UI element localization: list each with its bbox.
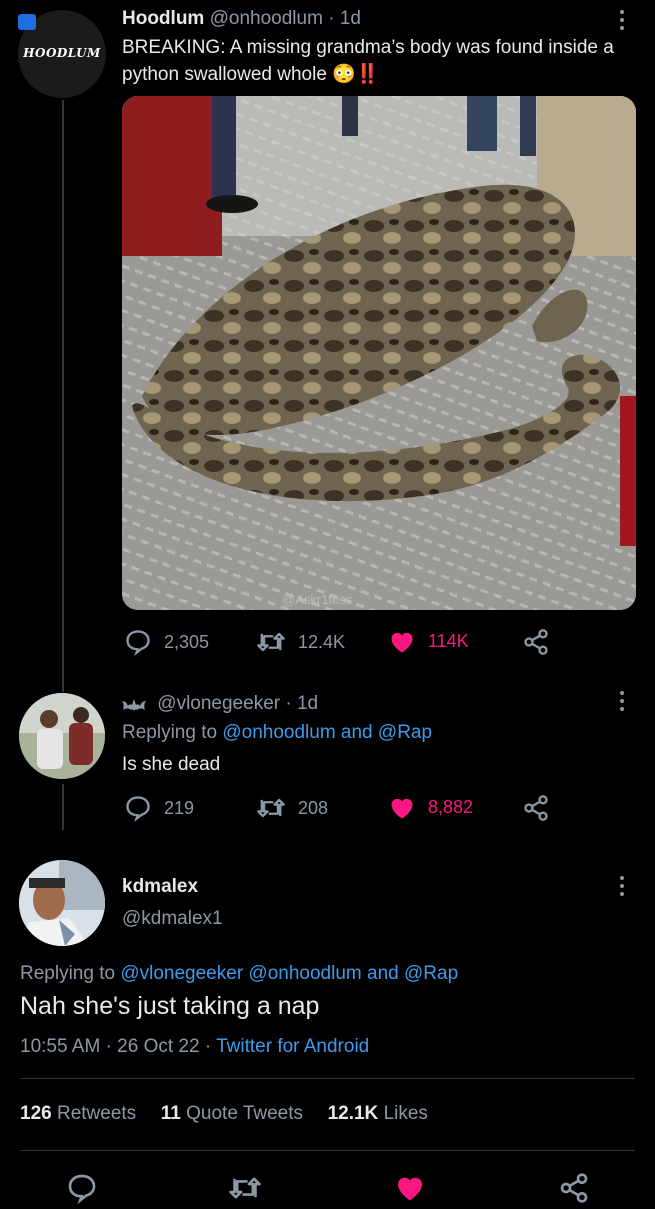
avatar-badge: [18, 14, 36, 30]
retweet-count: 208: [298, 797, 329, 818]
image-watermark: @Askr1fess: [282, 592, 353, 607]
avatar[interactable]: [19, 860, 105, 946]
avatar-photo: [19, 693, 105, 779]
avatar-logo-text: HOODLUM: [23, 46, 101, 60]
like-icon: [391, 798, 413, 819]
more-icon[interactable]: [620, 876, 624, 900]
author-name[interactable]: Hoodlum: [122, 8, 204, 29]
reply-icon: [68, 1174, 96, 1205]
share-icon: [524, 629, 548, 655]
author-handle[interactable]: @vlonegeeker: [157, 693, 280, 714]
tweet-image[interactable]: @Askr1fess: [122, 96, 636, 610]
reply-button[interactable]: [66, 1172, 98, 1209]
tweet-time[interactable]: 10:55 AM: [20, 1036, 100, 1057]
tweet-source[interactable]: Twitter for Android: [216, 1036, 369, 1057]
share-icon: [560, 1173, 588, 1203]
replying-to-links[interactable]: @vlonegeeker @onhoodlum and @Rap: [120, 963, 458, 984]
likes-stat[interactable]: 12.1K Likes: [328, 1103, 428, 1124]
more-icon[interactable]: [620, 691, 624, 715]
tweet-header: Hoodlum @onhoodlum · 1d: [122, 8, 361, 29]
like-count: 114K: [428, 630, 469, 651]
replying-to: Replying to @vlonegeeker @onhoodlum and …: [20, 963, 459, 984]
reply-icon: [126, 796, 150, 822]
like-button[interactable]: 8,882: [388, 794, 473, 820]
author-name[interactable]: kdmalex: [122, 876, 198, 898]
share-button[interactable]: [522, 794, 550, 822]
stats-row: 126 Retweets 11 Quote Tweets 12.1K Likes: [20, 1103, 428, 1125]
reply-count: 2,305: [164, 631, 210, 652]
author-handle[interactable]: @onhoodlum: [210, 8, 323, 29]
replying-to-links[interactable]: @onhoodlum and @Rap: [222, 722, 432, 743]
like-button[interactable]: 114K: [388, 628, 469, 654]
tweet-time[interactable]: 1d: [297, 693, 318, 714]
retweet-count: 12.4K: [298, 631, 346, 652]
reply-icon: [126, 630, 150, 656]
like-button[interactable]: [394, 1172, 426, 1207]
tweet-meta: 10:55 AM · 26 Oct 22 · Twitter for Andro…: [20, 1036, 370, 1057]
replying-to: Replying to @onhoodlum and @Rap: [122, 722, 433, 743]
retweet-button[interactable]: 12.4K: [256, 628, 345, 656]
tweet-time[interactable]: 1d: [340, 8, 361, 29]
retweet-icon: [229, 1177, 261, 1199]
retweet-icon: [257, 798, 285, 818]
divider: [20, 1078, 635, 1079]
emoji: 😳‼️: [332, 64, 380, 85]
quotes-stat[interactable]: 11 Quote Tweets: [161, 1103, 303, 1124]
share-icon: [524, 795, 548, 821]
retweet-button[interactable]: 208: [256, 794, 328, 822]
share-button[interactable]: [522, 628, 550, 656]
more-icon[interactable]: [620, 10, 624, 34]
author-handle[interactable]: @kdmalex1: [122, 908, 223, 930]
retweet-button[interactable]: [228, 1172, 262, 1209]
tweet-text: BREAKING: A missing grandma’s body was f…: [122, 37, 614, 85]
reply-count: 219: [164, 797, 195, 818]
divider: [20, 1150, 635, 1151]
python-photo: @Askr1fess: [122, 96, 636, 610]
tweet-date[interactable]: 26 Oct 22: [117, 1036, 199, 1057]
like-count: 8,882: [428, 796, 474, 817]
avatar[interactable]: [19, 693, 105, 779]
thread-line: [62, 100, 64, 692]
tweet-text: Is she dead: [122, 754, 221, 775]
thread-line: [62, 784, 64, 830]
avatar-photo: [19, 860, 105, 946]
tweet-text: Nah she's just taking a nap: [20, 992, 320, 1020]
like-icon: [398, 1177, 422, 1201]
retweets-stat[interactable]: 126 Retweets: [20, 1103, 136, 1124]
tweet-header: @vlonegeeker · 1d: [122, 693, 318, 715]
like-icon: [391, 632, 413, 653]
bat-icon: [122, 698, 146, 711]
retweet-icon: [257, 632, 285, 652]
reply-button[interactable]: 219: [124, 794, 194, 822]
reply-button[interactable]: 2,305: [124, 628, 209, 656]
share-button[interactable]: [558, 1172, 590, 1209]
